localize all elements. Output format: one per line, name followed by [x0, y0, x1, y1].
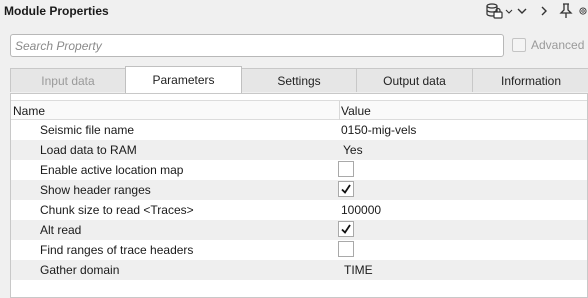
advanced-label: Advanced [531, 38, 585, 52]
property-name: Show header ranges [40, 183, 151, 197]
property-name: Seismic file name [40, 123, 135, 137]
tab-bar: Input data Parameters Settings Output da… [0, 66, 588, 93]
chevron-down-icon[interactable] [515, 2, 529, 20]
tab-output-data[interactable]: Output data [356, 68, 473, 92]
table-header: Name Value [11, 100, 587, 120]
property-value[interactable]: 0150-mig-vels [341, 123, 416, 137]
column-divider[interactable] [339, 101, 340, 120]
chevron-down-small-icon [505, 2, 513, 20]
property-checkbox[interactable] [338, 221, 354, 237]
chevron-right-icon[interactable] [537, 2, 551, 20]
property-checkbox[interactable] [338, 181, 354, 197]
property-name: Find ranges of trace headers [40, 243, 194, 257]
table-row[interactable]: Chunk size to read <Traces> 100000 [11, 200, 587, 220]
title-bar: Module Properties [0, 0, 588, 24]
property-table: Name Value Seismic file name 0150-mig-ve… [10, 93, 588, 298]
property-checkbox[interactable] [338, 241, 354, 257]
tab-input-data[interactable]: Input data [10, 68, 126, 92]
checkmark-icon [341, 224, 351, 234]
property-name: Load data to RAM [40, 143, 137, 157]
tab-parameters[interactable]: Parameters [125, 66, 242, 93]
property-name: Alt read [40, 223, 82, 237]
property-value[interactable]: Yes [343, 143, 363, 157]
property-name: Enable active location map [40, 163, 184, 177]
table-row[interactable]: Enable active location map [11, 160, 587, 180]
panel-title: Module Properties [4, 4, 109, 18]
table-row[interactable]: Show header ranges [11, 180, 587, 200]
property-value[interactable]: 100000 [341, 203, 381, 217]
database-lock-icon[interactable] [484, 2, 504, 20]
tab-settings[interactable]: Settings [241, 68, 357, 92]
table-row[interactable]: Find ranges of trace headers [11, 240, 587, 260]
property-checkbox[interactable] [338, 161, 354, 177]
gear-icon[interactable] [578, 2, 588, 20]
table-row[interactable]: Seismic file name 0150-mig-vels [11, 120, 587, 140]
search-input[interactable] [10, 34, 504, 57]
property-name: Chunk size to read <Traces> [40, 203, 194, 217]
table-row[interactable]: Alt read [11, 220, 587, 240]
property-value[interactable]: TIME [344, 263, 373, 277]
search-row: Advanced [0, 32, 588, 60]
column-header-name[interactable]: Name [13, 104, 45, 118]
checkmark-icon [341, 184, 351, 194]
pin-icon[interactable] [558, 2, 574, 20]
column-header-value[interactable]: Value [341, 104, 371, 118]
table-row[interactable]: Gather domain TIME [11, 260, 587, 280]
advanced-checkbox[interactable] [512, 38, 526, 52]
table-row[interactable]: Load data to RAM Yes [11, 140, 587, 160]
tab-information[interactable]: Information [472, 68, 588, 92]
property-name: Gather domain [40, 263, 120, 277]
